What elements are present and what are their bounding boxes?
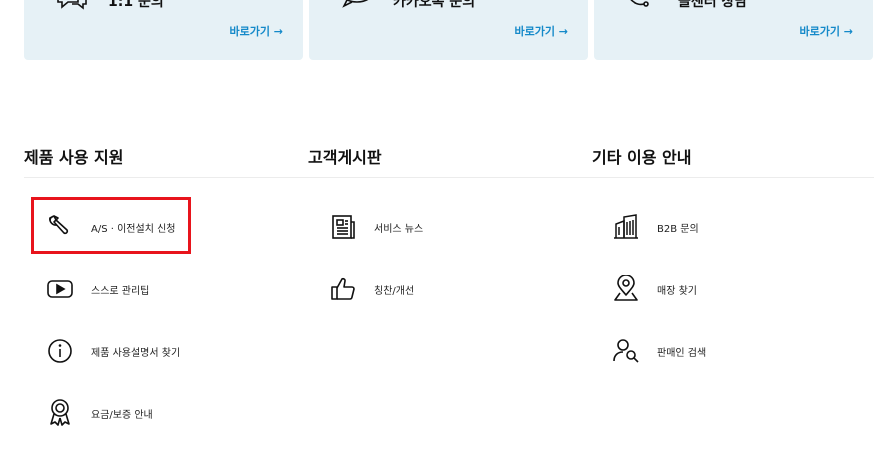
award-ribbon-icon [45,398,75,428]
card-title: 콜센터 상담 [678,0,748,10]
speech-bubble-icon [337,0,377,22]
card-title: 1:1 문의 [108,0,164,10]
section-title-other-info: 기타 이용 안내 [592,148,692,167]
building-icon [611,212,641,242]
card-one-to-one: 1:1 문의 바로가기 → [24,0,303,60]
card-kakao: 카카오톡 문의 바로가기 → [309,0,588,60]
card-title: 카카오톡 문의 [393,0,476,10]
map-pin-icon [611,274,641,304]
menu-item-label: 판매인 검색 [657,347,707,359]
menu-item-label: 제품 사용설명서 찾기 [91,347,181,359]
menu-item-label: 스스로 관리팁 [91,285,150,297]
menu-item-label: B2B 문의 [657,223,699,235]
person-search-icon [611,336,641,366]
go-link-one-to-one[interactable]: 바로가기 → [229,23,283,39]
menu-item-manual-search[interactable]: 제품 사용설명서 찾기 [45,331,180,371]
menu-item-store-finder[interactable]: 매장 찾기 [611,269,697,309]
menu-item-label: 요금/보증 안내 [91,409,153,421]
chat-doc-icon [52,0,92,22]
menu-item-label: 서비스 뉴스 [374,223,424,235]
section-title-customer-board: 고객게시판 [308,148,382,167]
menu-item-seller-search[interactable]: 판매인 검색 [611,331,706,371]
info-icon [45,336,75,366]
card-callcenter: 콜센터 상담 바로가기 → [594,0,873,60]
menu-item-label: 칭찬/개선 [374,285,415,297]
highlight-box [31,197,191,254]
menu-item-praise-improve[interactable]: 칭찬/개선 [328,269,414,309]
menu-item-self-care-tips[interactable]: 스스로 관리팁 [45,269,149,309]
section-title-product-support: 제품 사용 지원 [24,148,124,167]
menu-item-service-news[interactable]: 서비스 뉴스 [328,207,423,247]
headset-icon [622,0,662,22]
thumbs-up-icon [328,274,358,304]
menu-item-label: 매장 찾기 [657,285,697,297]
go-link-callcenter[interactable]: 바로가기 → [799,23,853,39]
section-divider [24,177,874,178]
menu-item-b2b-inquiry[interactable]: B2B 문의 [611,207,699,247]
go-link-kakao[interactable]: 바로가기 → [514,23,568,39]
menu-item-fee-warranty[interactable]: 요금/보증 안내 [45,393,153,433]
newspaper-icon [328,212,358,242]
play-video-icon [45,274,75,304]
